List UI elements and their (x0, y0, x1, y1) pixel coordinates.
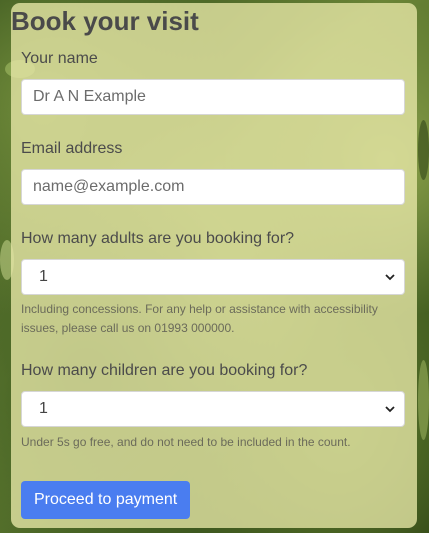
children-selected-value: 1 (39, 400, 48, 417)
chevron-down-icon (385, 274, 395, 281)
email-input[interactable] (21, 169, 405, 205)
chevron-down-icon (385, 406, 395, 413)
email-label: Email address (21, 140, 123, 157)
foliage-shadow (418, 120, 429, 180)
adults-label: How many adults are you booking for? (21, 230, 295, 247)
foliage-highlight (418, 360, 429, 440)
children-label: How many children are you booking for? (21, 362, 308, 379)
proceed-to-payment-button[interactable]: Proceed to payment (21, 481, 191, 519)
adults-help-text: Including concessions. For any help or a… (21, 302, 378, 335)
adults-select[interactable]: 1 (21, 259, 405, 295)
children-select[interactable]: 1 (21, 391, 405, 427)
children-help-text: Under 5s go free, and do not need to be … (21, 435, 351, 449)
booking-form-card: Book your visit Your name Email address … (11, 3, 417, 528)
name-label: Your name (21, 50, 98, 67)
page-title: Book your visit (11, 6, 199, 36)
adults-selected-value: 1 (39, 268, 48, 285)
name-input[interactable] (21, 79, 405, 115)
